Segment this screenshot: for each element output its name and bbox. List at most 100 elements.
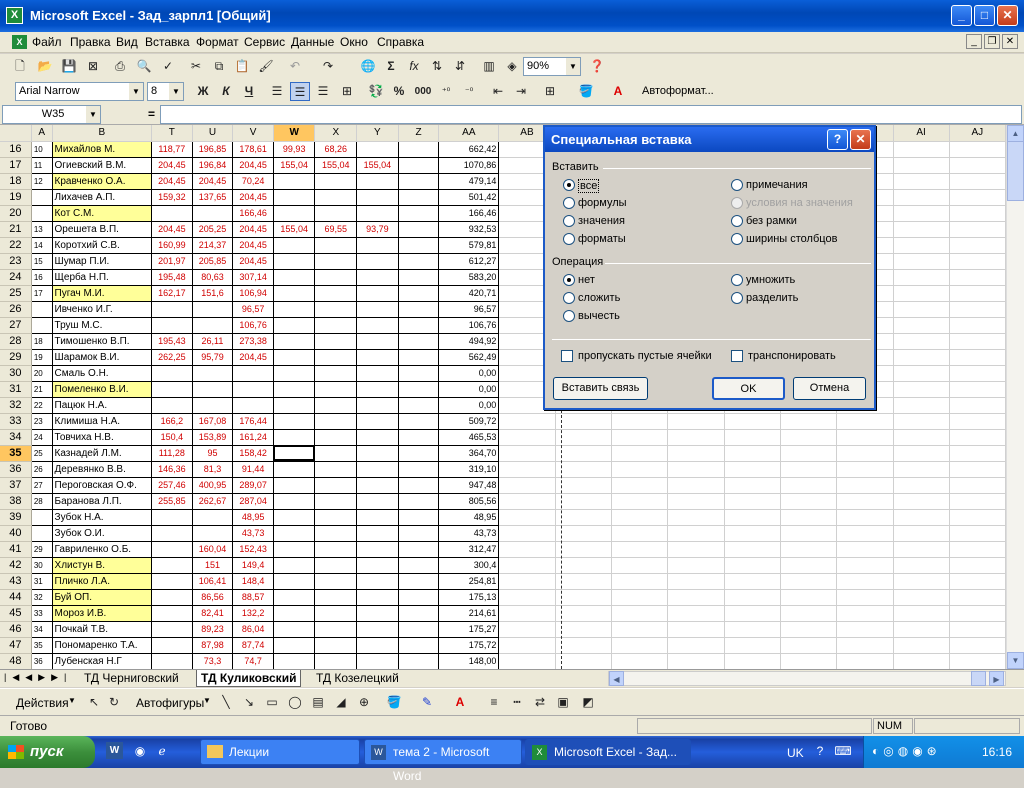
cell-value[interactable] [356, 413, 399, 430]
cell-name[interactable]: Казнадей Л.М. [52, 445, 153, 462]
cell-empty[interactable] [398, 333, 440, 350]
cell-value[interactable] [151, 397, 193, 414]
cell-empty[interactable] [780, 573, 838, 590]
cell-total[interactable]: 43,73 [438, 525, 500, 542]
cell-name[interactable]: Баранова Л.П. [52, 493, 153, 510]
cell-empty[interactable] [667, 605, 725, 622]
borders-icon[interactable]: ⊞ [540, 82, 560, 101]
row-header[interactable]: 43 [0, 573, 32, 590]
cell-empty[interactable] [498, 445, 556, 462]
cell-empty[interactable] [555, 637, 612, 654]
cell-value[interactable]: 196,84 [192, 157, 234, 174]
cell-empty[interactable] [724, 557, 781, 574]
help-icon[interactable]: ❓ [587, 57, 607, 76]
row-header[interactable]: 35 [0, 445, 32, 462]
cell-empty[interactable] [893, 365, 950, 382]
workbook-icon[interactable]: X [12, 35, 27, 49]
row-header[interactable]: 29 [0, 349, 32, 366]
cell-empty[interactable] [498, 557, 556, 574]
cell-empty[interactable] [498, 429, 556, 446]
cell-value[interactable]: 255,85 [151, 493, 193, 510]
cell-value[interactable] [151, 509, 193, 526]
row-header[interactable]: 42 [0, 557, 32, 574]
cell-value[interactable]: 204,45 [232, 349, 274, 366]
cell-empty[interactable] [836, 413, 894, 430]
minimize-button[interactable]: _ [951, 5, 972, 26]
cell-total[interactable]: 166,46 [438, 205, 500, 222]
tab-kozeletsky[interactable]: ТД Козелецкий [312, 670, 403, 687]
cell-value[interactable]: 273,38 [232, 333, 274, 350]
cell-value[interactable]: 106,41 [192, 573, 234, 590]
cell-value[interactable] [273, 541, 316, 558]
cell-index[interactable]: 10 [31, 141, 53, 158]
cell-name[interactable]: Зубок О.И. [52, 525, 153, 542]
cell-empty[interactable] [949, 157, 1006, 174]
cell-empty[interactable] [611, 637, 669, 654]
cell-value[interactable] [314, 525, 358, 542]
cell-name[interactable]: Мороз И.В. [52, 605, 153, 622]
scroll-up-icon[interactable]: ▲ [1007, 125, 1024, 142]
cell-index[interactable]: 34 [31, 621, 53, 638]
cell-value[interactable]: 161,24 [232, 429, 274, 446]
cell-value[interactable] [273, 653, 316, 669]
cell-value[interactable]: 204,45 [151, 157, 193, 174]
cell-empty[interactable] [555, 589, 612, 606]
row-header[interactable]: 17 [0, 157, 32, 174]
cell-empty[interactable] [949, 461, 1006, 478]
copy-icon[interactable]: ⧉ [209, 57, 229, 76]
radio-none[interactable] [563, 274, 575, 286]
cell-empty[interactable] [893, 541, 950, 558]
cell-value[interactable] [356, 493, 399, 510]
cell-empty[interactable] [555, 429, 612, 446]
cell-empty[interactable] [724, 573, 781, 590]
doc-minimize-button[interactable]: _ [966, 34, 982, 49]
cell-empty[interactable] [780, 605, 838, 622]
cell-empty[interactable] [893, 189, 950, 206]
row-header[interactable]: 24 [0, 269, 32, 286]
row-header[interactable]: 18 [0, 173, 32, 190]
cell-value[interactable] [151, 557, 193, 574]
cell-empty[interactable] [398, 365, 440, 382]
cell-empty[interactable] [667, 429, 725, 446]
cell-value[interactable] [273, 397, 316, 414]
cell-value[interactable]: 155,04 [273, 221, 316, 238]
cell-index[interactable]: 11 [31, 157, 53, 174]
cell-value[interactable]: 69,55 [314, 221, 358, 238]
cell-total[interactable]: 465,53 [438, 429, 500, 446]
cell-value[interactable] [356, 621, 399, 638]
arrow-icon[interactable]: ↘ [239, 693, 259, 712]
cell-empty[interactable] [949, 349, 1006, 366]
cell-empty[interactable] [667, 461, 725, 478]
cell-empty[interactable] [949, 285, 1006, 302]
redo-icon[interactable]: ↷ [318, 57, 338, 76]
word-icon[interactable]: W [106, 742, 123, 759]
label-values[interactable]: значения [578, 215, 625, 227]
cell-empty[interactable] [611, 621, 669, 638]
cell-name[interactable]: Товчиха Н.В. [52, 429, 153, 446]
cell-name[interactable]: Тимошенко В.П. [52, 333, 153, 350]
thousands-button[interactable]: 000 [410, 82, 436, 101]
cell-value[interactable]: 82,41 [192, 605, 234, 622]
cell-value[interactable] [151, 637, 193, 654]
cell-index[interactable]: 22 [31, 397, 53, 414]
doc-restore-button[interactable]: ❐ [984, 34, 1000, 49]
cell-name[interactable]: Деревянко В.В. [52, 461, 153, 478]
cell-value[interactable]: 152,43 [232, 541, 274, 558]
cell-empty[interactable] [893, 349, 950, 366]
cell-empty[interactable] [949, 269, 1006, 286]
radio-validation[interactable] [731, 197, 743, 209]
cell-value[interactable] [356, 509, 399, 526]
cell-value[interactable] [356, 573, 399, 590]
cell-value[interactable] [356, 541, 399, 558]
cell-empty[interactable] [398, 637, 440, 654]
open-icon[interactable]: 📂 [35, 57, 55, 76]
cell-value[interactable]: 289,07 [232, 477, 274, 494]
cell-value[interactable]: 160,99 [151, 237, 193, 254]
cell-value[interactable] [192, 317, 234, 334]
cell-value[interactable]: 111,28 [151, 445, 193, 462]
cell-empty[interactable] [398, 381, 440, 398]
cell-index[interactable]: 20 [31, 365, 53, 382]
cell-empty[interactable] [398, 189, 440, 206]
cell-empty[interactable] [398, 413, 440, 430]
cell-empty[interactable] [893, 461, 950, 478]
